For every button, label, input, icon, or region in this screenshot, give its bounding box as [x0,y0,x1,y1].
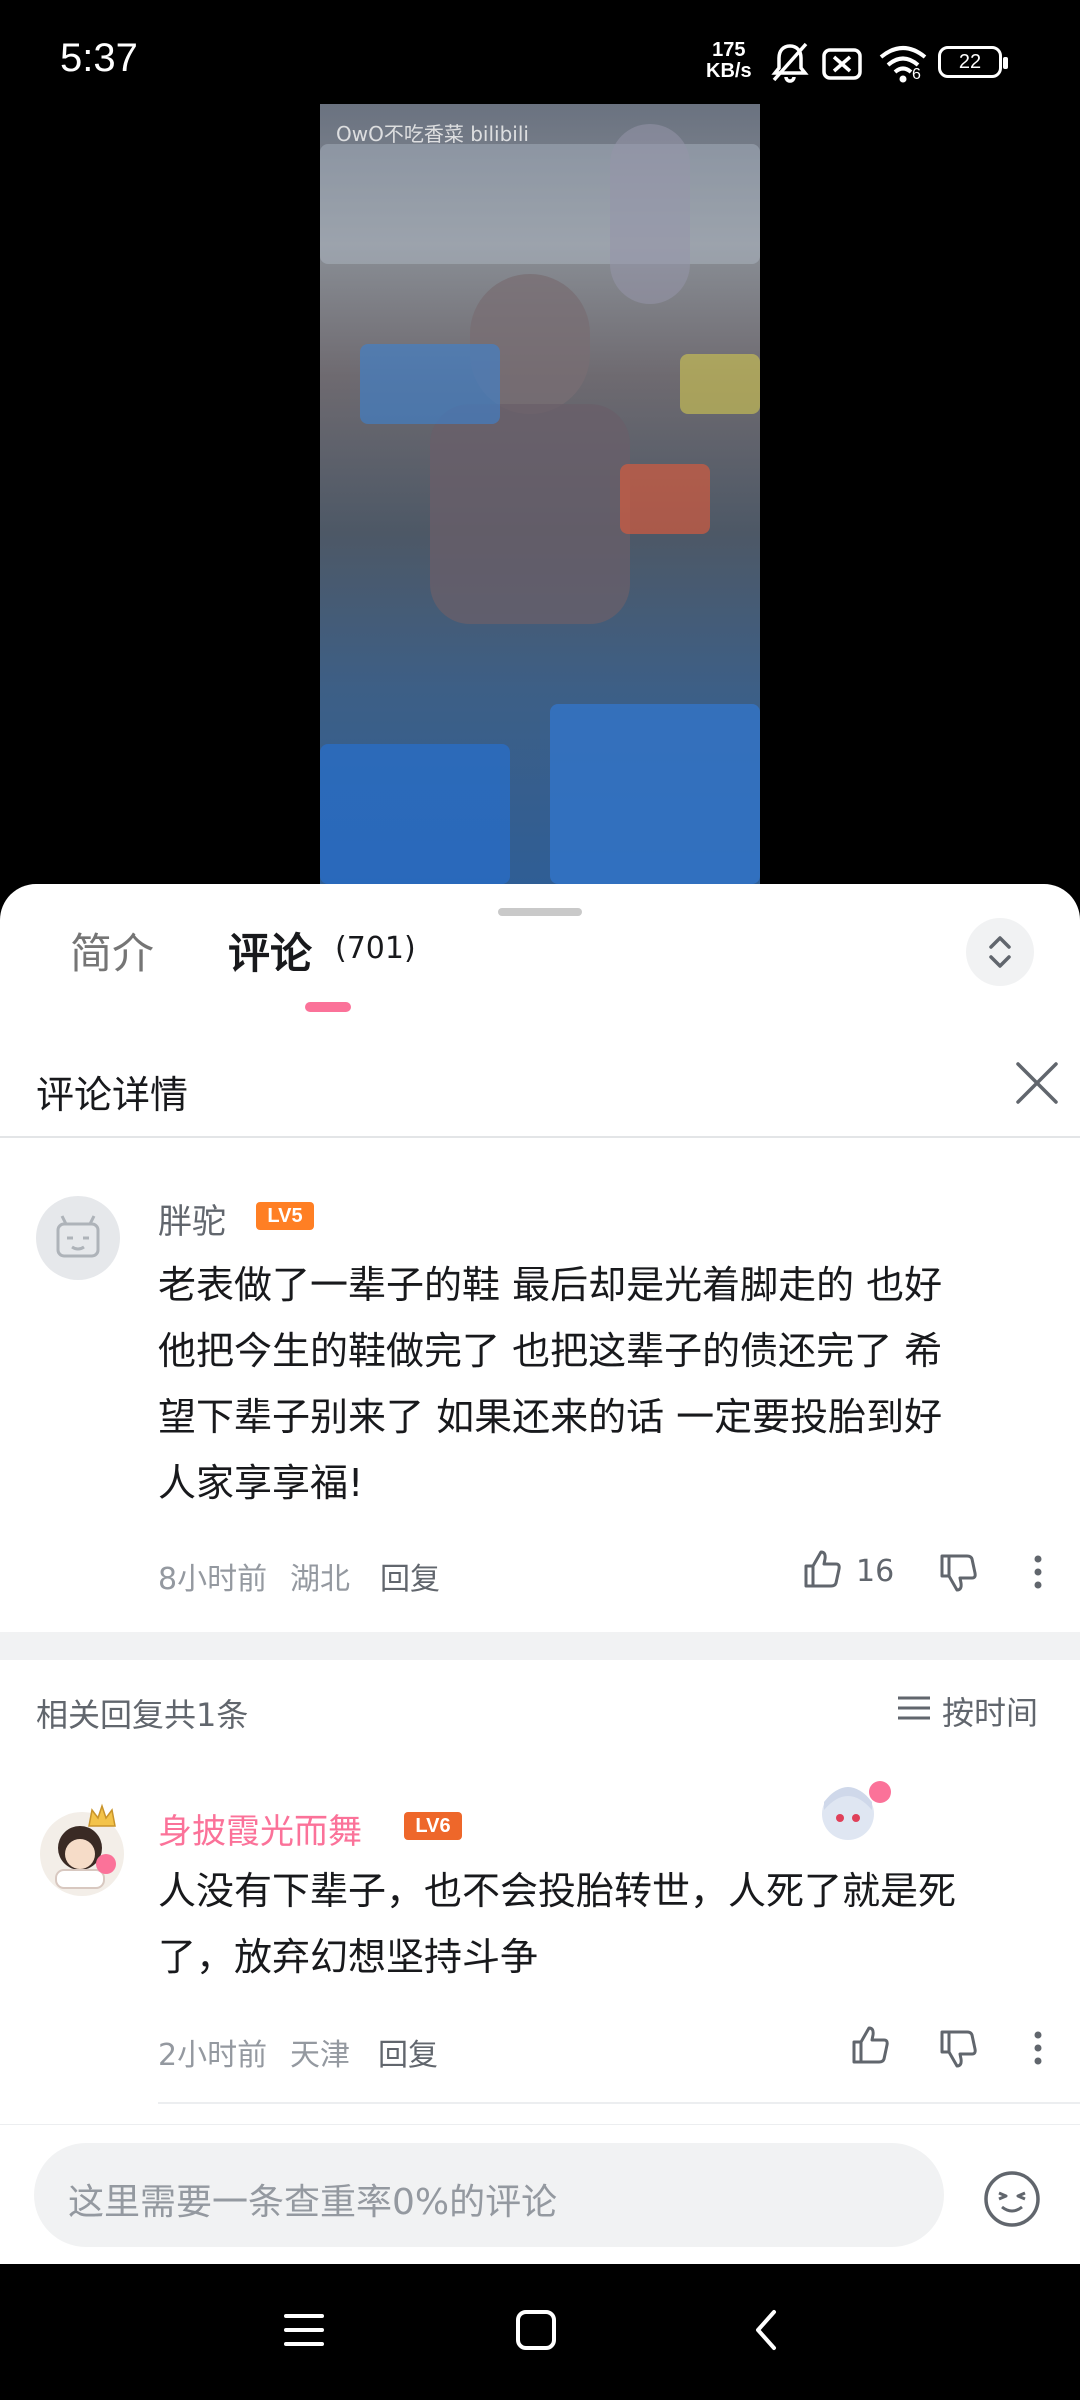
comment-text-line: 他把今生的鞋做完了 也把这辈子的债还完了 希 [158,1329,943,1373]
reply-button[interactable]: 回复 [378,2030,438,2074]
comment-text-line: 老表做了一辈子的鞋 最后却是光着脚走的 也好 [158,1263,943,1307]
video-watermark: OwO不吃香菜 bilibili [336,122,529,146]
video-person-body [430,404,630,624]
battery-indicator: 22 [938,46,1008,78]
reply-username[interactable]: 身披霞光而舞 [158,1804,362,1853]
reply-text-line: 人没有下辈子，也不会投胎转世，人死了就是死 [158,1869,957,1913]
video-blue-crate-left [320,744,510,884]
list-icon [898,1696,930,1720]
data-disabled-icon [822,48,862,80]
thumbs-down-icon[interactable] [938,2028,980,2070]
tab-intro[interactable]: 简介 [70,920,154,981]
video-orange-basket [620,464,710,534]
expand-collapse-button[interactable] [966,918,1034,986]
crown-icon [88,1803,116,1827]
reply-divider [158,2102,1080,2104]
level-badge: LV5 [256,1202,314,1230]
net-speed-value: 175 [712,39,746,61]
comment-sheet: 简介 评论 (701) 评论详情 胖驼 LV5 老表做了一辈子的鞋 最后却是光着… [0,884,1080,2264]
emoji-icon[interactable] [982,2169,1042,2229]
reply-location: 天津 [290,2038,350,2073]
net-speed-unit: KB/s [706,60,752,82]
comment-input-bar: 这里需要一条查重率0%的评论 [0,2124,1080,2265]
video-player[interactable]: OwO不吃香菜 bilibili [320,104,760,884]
video-person-background [610,124,690,304]
video-yellow-basket [680,354,760,414]
battery-level: 22 [958,51,982,73]
tab-comments[interactable]: 评论 [228,920,312,981]
more-icon[interactable] [1028,1552,1048,1592]
sort-label: 按时间 [942,1694,1039,1732]
system-nav-bar [0,2264,1080,2400]
comment-text-line: 望下辈子别来了 如果还来的话 一定要投胎到好 [158,1395,943,1439]
section-divider [0,1632,1080,1660]
thumbs-up-icon[interactable] [802,1548,844,1590]
level-badge: LV6 [404,1812,462,1840]
mute-bell-icon [771,42,809,83]
chevron-up-down-icon [989,936,1011,968]
comment-text-line: 人家享享福! [158,1461,364,1505]
like-count: 16 [856,1554,895,1589]
video-blue-crate-right [550,704,760,884]
comment-time: 8小时前 [158,1562,268,1597]
related-replies-title: 相关回复共1条 [36,1696,249,1734]
wifi-badge: 6 [912,66,921,83]
status-time: 5:37 [60,36,138,80]
reply-text: 人没有下辈子，也不会投胎转世，人死了就是死 了，放弃幻想坚持斗争 [158,1858,956,1990]
video-blue-crate-top [360,344,500,424]
video-window-area [320,144,760,264]
comment-detail-title: 评论详情 [36,1073,189,1117]
reply-text-line: 了，放弃幻想坚持斗争 [158,1935,539,1979]
comment-text: 老表做了一辈子的鞋 最后却是光着脚走的 也好 他把今生的鞋做完了 也把这辈子的债… [158,1252,942,1516]
avatar[interactable] [36,1196,120,1280]
comment-location: 湖北 [290,1562,350,1597]
comment-input-placeholder: 这里需要一条查重率0%的评论 [68,2182,558,2223]
status-bar: 5:37 175 KB/s 6 22 [0,0,1080,120]
more-icon[interactable] [1028,2028,1048,2068]
comment-username[interactable]: 胖驼 [158,1194,226,1243]
decoration-sticker-icon [822,1781,891,1840]
comment-detail-header: 评论详情 [0,1034,1080,1138]
reply-time: 2小时前 [158,2038,268,2073]
thumbs-down-icon[interactable] [938,1552,980,1594]
menu-icon[interactable] [282,2310,326,2350]
comment-input[interactable]: 这里需要一条查重率0%的评论 [34,2143,944,2247]
tab-active-indicator [305,1002,351,1012]
thumbs-up-icon[interactable] [850,2024,892,2066]
net-speed: 175 KB/s [706,40,752,82]
home-icon[interactable] [514,2308,558,2352]
back-icon[interactable] [750,2308,782,2352]
comments-count: (701) [335,931,416,966]
drag-handle[interactable] [498,908,582,916]
close-icon[interactable] [1012,1058,1062,1108]
reply-button[interactable]: 回复 [380,1554,440,1598]
default-avatar-icon [56,1215,100,1258]
